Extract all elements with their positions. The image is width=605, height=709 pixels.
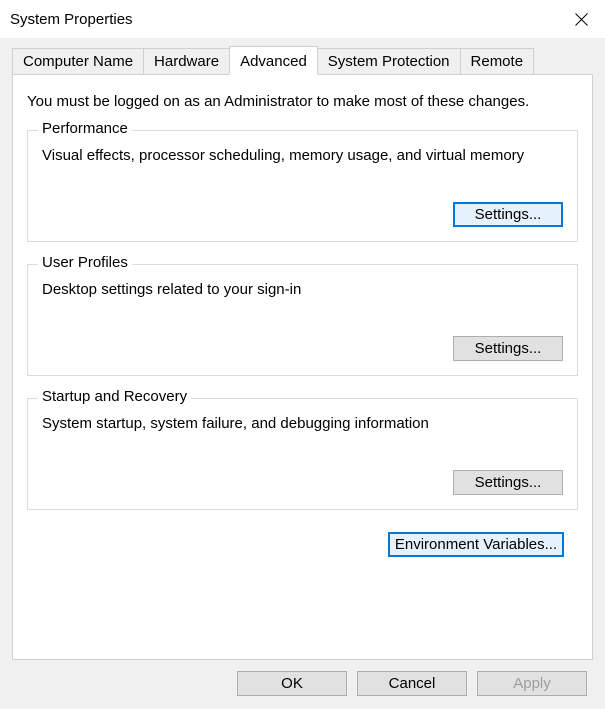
tab-advanced[interactable]: Advanced bbox=[229, 46, 318, 75]
tabstrip: Computer Name Hardware Advanced System P… bbox=[12, 48, 593, 74]
environment-variables-button[interactable]: Environment Variables... bbox=[388, 532, 564, 557]
tab-remote[interactable]: Remote bbox=[460, 48, 535, 74]
titlebar: System Properties bbox=[0, 0, 605, 38]
tabpage-advanced: You must be logged on as an Administrato… bbox=[12, 74, 593, 660]
startup-recovery-settings-button[interactable]: Settings... bbox=[453, 470, 563, 495]
intro-text: You must be logged on as an Administrato… bbox=[27, 93, 578, 110]
user-profiles-settings-button[interactable]: Settings... bbox=[453, 336, 563, 361]
startup-recovery-group: Startup and Recovery System startup, sys… bbox=[27, 398, 578, 510]
tab-computer-name[interactable]: Computer Name bbox=[12, 48, 144, 74]
tab-system-protection[interactable]: System Protection bbox=[317, 48, 461, 74]
user-profiles-legend: User Profiles bbox=[38, 254, 132, 271]
dialog-content: Computer Name Hardware Advanced System P… bbox=[0, 38, 605, 709]
dialog-footer: OK Cancel Apply bbox=[0, 657, 605, 709]
cancel-button[interactable]: Cancel bbox=[357, 671, 467, 696]
close-icon bbox=[575, 13, 588, 26]
performance-group: Performance Visual effects, processor sc… bbox=[27, 130, 578, 242]
window-title: System Properties bbox=[10, 11, 133, 28]
apply-button[interactable]: Apply bbox=[477, 671, 587, 696]
ok-button[interactable]: OK bbox=[237, 671, 347, 696]
startup-recovery-desc: System startup, system failure, and debu… bbox=[42, 415, 563, 432]
user-profiles-group: User Profiles Desktop settings related t… bbox=[27, 264, 578, 376]
user-profiles-desc: Desktop settings related to your sign-in bbox=[42, 281, 563, 298]
tab-hardware[interactable]: Hardware bbox=[143, 48, 230, 74]
performance-legend: Performance bbox=[38, 120, 132, 137]
performance-desc: Visual effects, processor scheduling, me… bbox=[42, 147, 563, 164]
startup-recovery-legend: Startup and Recovery bbox=[38, 388, 191, 405]
performance-settings-button[interactable]: Settings... bbox=[453, 202, 563, 227]
close-button[interactable] bbox=[559, 3, 603, 35]
